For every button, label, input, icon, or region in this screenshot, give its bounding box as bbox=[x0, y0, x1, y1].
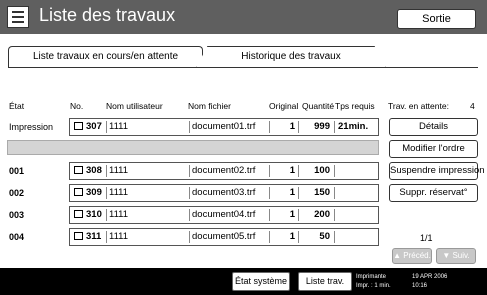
title-bar: Liste des travaux Sortie bbox=[0, 0, 487, 34]
current-job-state: Impression bbox=[9, 122, 54, 132]
job-list-icon bbox=[7, 6, 29, 28]
job-user: 1111 bbox=[109, 121, 129, 132]
printer-icon bbox=[74, 210, 83, 218]
printer-icon bbox=[74, 166, 83, 174]
job-quantity: 999 bbox=[314, 121, 330, 132]
printer-icon bbox=[74, 188, 83, 196]
queue-row-1[interactable]: 308 1111 document02.trf 1 100 bbox=[69, 162, 379, 180]
next-page-button[interactable]: ▼ Suiv. bbox=[436, 248, 476, 264]
printer-label: Imprimante bbox=[356, 274, 387, 280]
tab-job-history[interactable]: Historique des travaux bbox=[196, 46, 386, 68]
page-indicator: 1/1 bbox=[420, 233, 433, 243]
queue-row-4[interactable]: 311 1111 document05.trf 1 50 bbox=[69, 228, 379, 246]
col-state: État bbox=[9, 101, 25, 111]
col-quantity: Quantité bbox=[302, 101, 335, 111]
exit-button[interactable]: Sortie bbox=[397, 9, 476, 29]
printer-mode: Impr. : 1 min. bbox=[356, 283, 391, 289]
queue-state-3: 003 bbox=[9, 210, 25, 220]
job-file: document01.trf bbox=[192, 121, 256, 132]
queue-state-4: 004 bbox=[9, 232, 25, 242]
current-job-row[interactable]: 307 1111 document01.trf 1 999 21min. bbox=[69, 118, 379, 136]
waiting-jobs-count: 4 bbox=[470, 101, 475, 111]
job-list-button[interactable]: Liste trav. bbox=[298, 272, 352, 291]
system-status-button[interactable]: État système bbox=[232, 272, 290, 291]
queue-row-3[interactable]: 310 1111 document04.trf 1 200 bbox=[69, 206, 379, 224]
suspend-print-button[interactable]: Suspendre impression bbox=[389, 162, 485, 180]
col-no: No. bbox=[70, 101, 84, 111]
col-time: Tps requis bbox=[335, 101, 375, 111]
prev-page-button[interactable]: ▲ Précéd. bbox=[392, 248, 432, 264]
col-file: Nom fichier bbox=[188, 101, 231, 111]
col-original: Original bbox=[269, 101, 299, 111]
cancel-reservation-button[interactable]: Suppr. réservat° bbox=[389, 184, 478, 202]
job-number: 307 bbox=[74, 121, 102, 132]
queue-row-2[interactable]: 309 1111 document03.trf 1 150 bbox=[69, 184, 379, 202]
tab-current-jobs[interactable]: Liste travaux en cours/en attente bbox=[8, 46, 203, 68]
separator-bar bbox=[7, 140, 379, 155]
queue-state-2: 002 bbox=[9, 188, 25, 198]
queue-state-1: 001 bbox=[9, 166, 25, 176]
job-original: 1 bbox=[289, 121, 295, 132]
tab-divider bbox=[8, 67, 478, 68]
job-time: 21min. bbox=[338, 121, 369, 132]
printer-icon bbox=[74, 232, 83, 240]
waiting-jobs-label: Trav. en attente: bbox=[388, 101, 449, 111]
time-display: 10:16 bbox=[412, 283, 428, 289]
change-order-button[interactable]: Modifier l'ordre bbox=[389, 140, 478, 158]
details-button[interactable]: Détails bbox=[389, 118, 478, 136]
date-display: 19 APR 2006 bbox=[412, 274, 448, 280]
col-user: Nom utilisateur bbox=[106, 101, 163, 111]
page-title: Liste des travaux bbox=[39, 5, 176, 25]
printer-icon bbox=[74, 122, 83, 130]
